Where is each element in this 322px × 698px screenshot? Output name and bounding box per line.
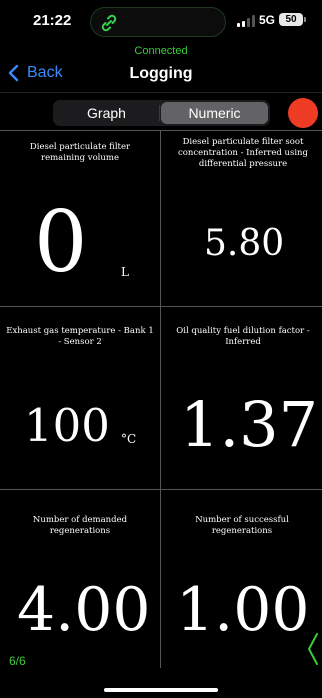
metric-label: Diesel particulate filter remaining volu… bbox=[29, 142, 131, 163]
metric-value: 4.00 bbox=[17, 575, 151, 645]
metric-value: 1.00 bbox=[176, 575, 310, 645]
numeric-tab[interactable]: Numeric bbox=[161, 102, 268, 124]
battery-icon: 50 bbox=[279, 13, 303, 26]
grid-divider bbox=[160, 130, 161, 668]
home-indicator[interactable] bbox=[104, 688, 218, 692]
metric-value: 5.80 bbox=[204, 223, 285, 264]
grid-line bbox=[0, 130, 322, 131]
chevron-right-icon bbox=[308, 633, 318, 665]
segment-divider bbox=[159, 105, 160, 121]
status-time: 21:22 bbox=[33, 12, 72, 29]
grid-line bbox=[0, 489, 322, 490]
record-button[interactable] bbox=[288, 98, 318, 128]
metric-label: Exhaust gas temperature - Bank 1 - Senso… bbox=[6, 326, 154, 347]
metric-unit: °C bbox=[121, 432, 137, 446]
next-page-button[interactable] bbox=[306, 632, 320, 671]
metric-value: 0 bbox=[34, 193, 88, 291]
view-segmented-control[interactable]: Graph Numeric bbox=[53, 100, 270, 126]
nav-divider bbox=[0, 92, 322, 93]
page-title: Logging bbox=[129, 65, 193, 82]
metric-label: Oil quality fuel dilution factor - Infer… bbox=[176, 326, 310, 347]
metric-label: Diesel particulate filter soot concentra… bbox=[178, 137, 308, 169]
connection-status: Connected bbox=[134, 45, 188, 57]
signal-icon bbox=[237, 15, 255, 27]
dynamic-island[interactable] bbox=[90, 7, 226, 37]
network-type: 5G bbox=[259, 13, 276, 27]
metric-label: Number of successful regenerations bbox=[195, 515, 289, 536]
metric-unit: L bbox=[121, 265, 129, 279]
metric-value: 100 bbox=[24, 399, 110, 452]
graph-tab[interactable]: Graph bbox=[55, 102, 158, 124]
page-indicator: 6/6 bbox=[9, 654, 26, 668]
metric-value: 1.37 bbox=[180, 388, 319, 461]
battery-tip bbox=[304, 17, 306, 22]
metric-label: Number of demanded regenerations bbox=[32, 515, 128, 536]
link-icon bbox=[101, 14, 117, 32]
grid-line bbox=[0, 306, 322, 307]
